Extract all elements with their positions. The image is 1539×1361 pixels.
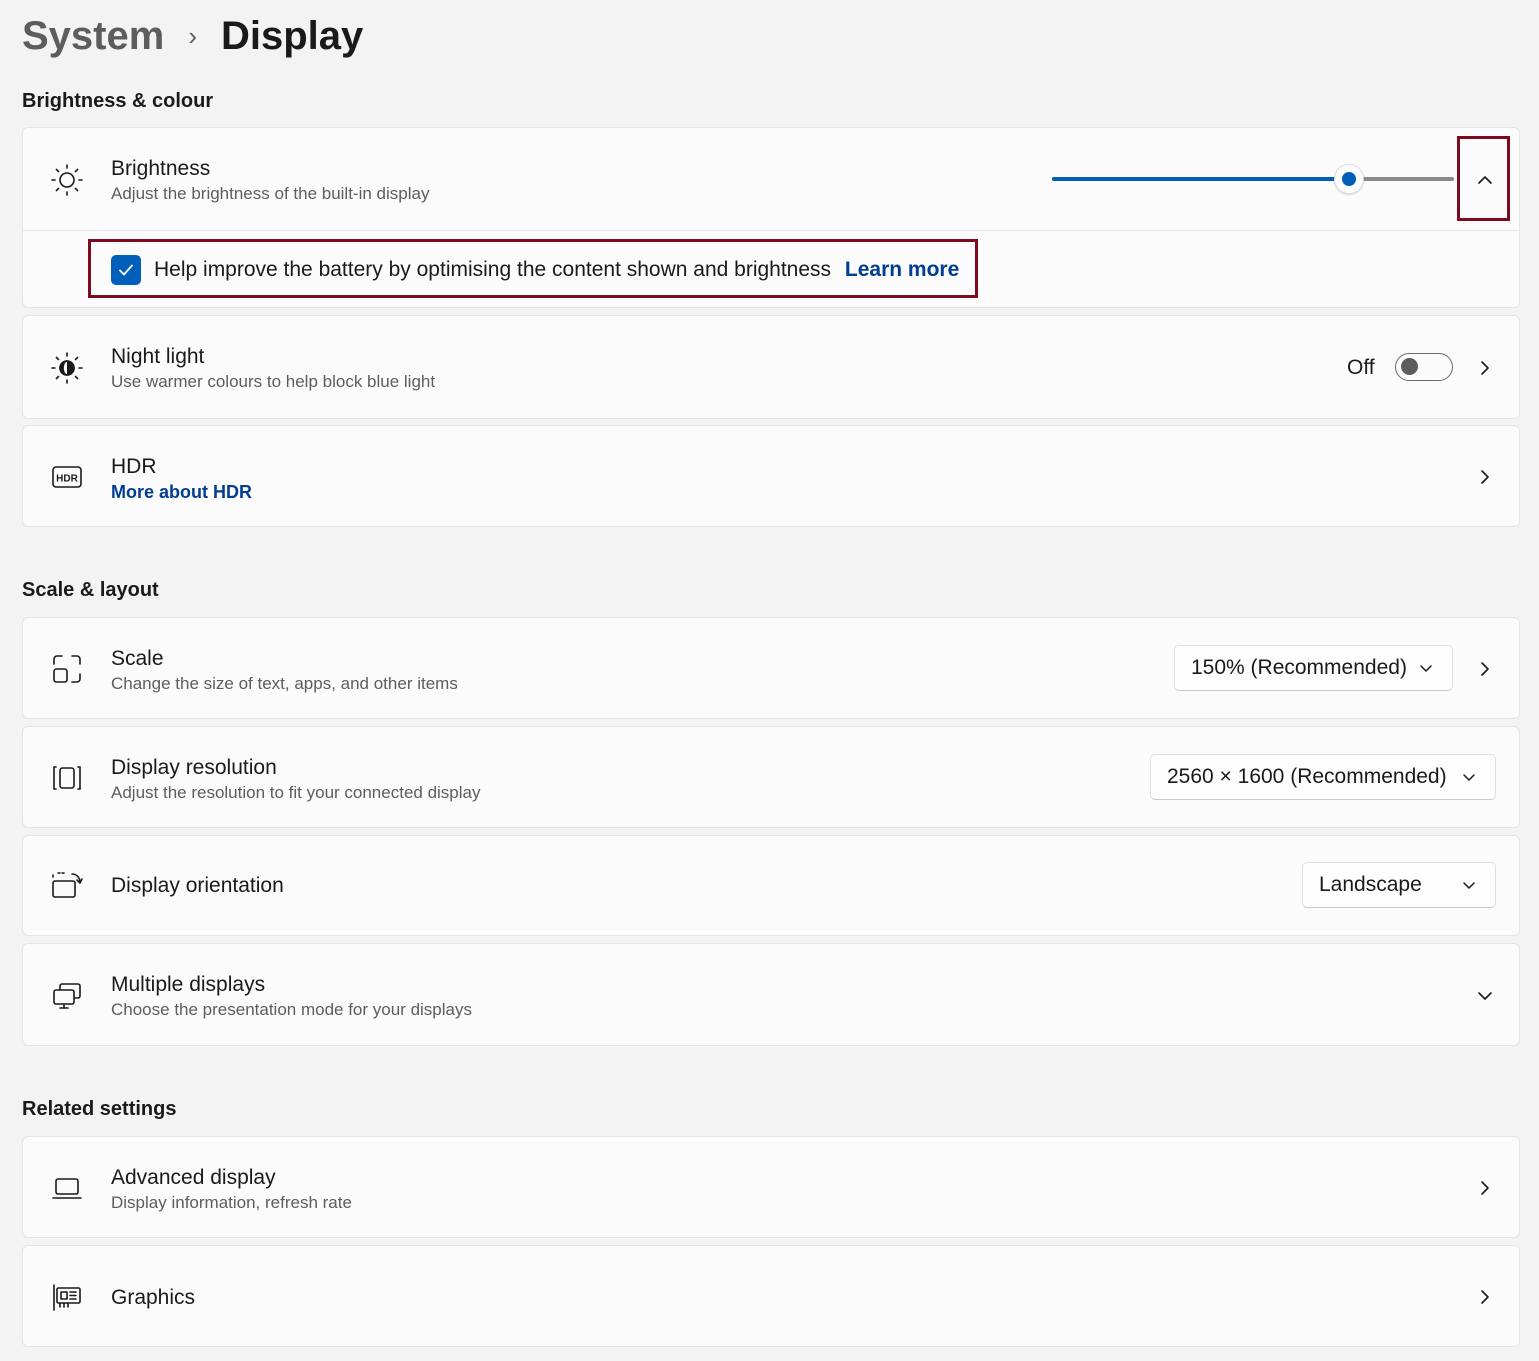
night-light-text: Night light Use warmer colours to help b… [111, 344, 435, 394]
brightness-icon [49, 162, 85, 198]
graphics-card-icon [49, 1279, 85, 1315]
chevron-down-icon [1420, 665, 1432, 672]
multiple-displays-card[interactable]: Multiple displays Choose the presentatio… [22, 943, 1520, 1046]
hdr-text: HDR More about HDR [111, 454, 252, 504]
brightness-slider[interactable] [1052, 164, 1454, 194]
chevron-down-icon [1463, 774, 1475, 781]
night-light-state: Off [1347, 356, 1375, 379]
page-title: Display [220, 13, 364, 58]
resolution-icon [49, 760, 85, 796]
resolution-text: Display resolution Adjust the resolution… [111, 755, 481, 805]
orientation-title: Display orientation [111, 874, 284, 897]
orientation-text: Display orientation [111, 873, 284, 899]
night-light-title: Night light [111, 345, 205, 368]
night-light-toggle[interactable] [1395, 353, 1453, 381]
advanced-display-text: Advanced display Display information, re… [111, 1165, 352, 1215]
multiple-displays-text: Multiple displays Choose the presentatio… [111, 972, 472, 1022]
brightness-title: Brightness [111, 157, 211, 180]
breadcrumb: System › Display [22, 8, 363, 64]
hdr-icon: HDR [49, 459, 85, 495]
scale-title: Scale [111, 647, 164, 670]
scale-chevron-icon[interactable] [1473, 657, 1497, 681]
resolution-title: Display resolution [111, 756, 277, 779]
night-light-card[interactable]: Night light Use warmer colours to help b… [22, 315, 1520, 419]
resolution-dropdown[interactable]: 2560 × 1600 (Recommended) [1150, 754, 1496, 800]
hdr-chevron-icon[interactable] [1473, 465, 1497, 489]
svg-text:HDR: HDR [56, 474, 78, 485]
expand-chevron-down-icon[interactable] [1473, 984, 1497, 1008]
night-light-subtitle: Use warmer colours to help block blue li… [111, 372, 436, 391]
multiple-displays-subtitle: Choose the presentation mode for your di… [111, 1000, 472, 1019]
slider-fill [1052, 177, 1350, 181]
more-about-hdr-link[interactable]: More about HDR [111, 480, 252, 504]
hdr-card[interactable]: HDR HDR More about HDR [22, 425, 1520, 527]
resolution-subtitle: Adjust the resolution to fit your connec… [111, 783, 481, 802]
hdr-title: HDR [111, 455, 157, 478]
section-related-settings: Related settings [22, 1098, 177, 1120]
graphics-text: Graphics [111, 1285, 195, 1311]
advanced-display-title: Advanced display [111, 1166, 276, 1189]
advanced-display-card[interactable]: Advanced display Display information, re… [22, 1136, 1520, 1238]
scale-subtitle: Change the size of text, apps, and other… [111, 674, 458, 693]
section-brightness-colour: Brightness & colour [22, 90, 214, 112]
advanced-display-chevron-icon[interactable] [1473, 1176, 1497, 1200]
multiple-displays-title: Multiple displays [111, 973, 266, 996]
orientation-card: Display orientation Landscape [22, 835, 1520, 936]
brightness-subtitle: Adjust the brightness of the built-in di… [111, 184, 430, 203]
multiple-displays-icon [49, 978, 85, 1014]
night-light-chevron-icon[interactable] [1473, 356, 1497, 380]
toggle-knob [1401, 358, 1418, 375]
breadcrumb-system[interactable]: System [22, 14, 164, 59]
brightness-text: Brightness Adjust the brightness of the … [111, 156, 429, 206]
brightness-divider [23, 230, 1519, 231]
graphics-chevron-icon[interactable] [1473, 1285, 1497, 1309]
resolution-card: Display resolution Adjust the resolution… [22, 726, 1520, 828]
section-scale-layout: Scale & layout [22, 579, 159, 601]
night-light-icon [49, 350, 85, 386]
slider-thumb[interactable] [1334, 164, 1365, 194]
scale-dropdown[interactable]: 150% (Recommended) [1174, 645, 1453, 691]
laptop-icon [49, 1170, 85, 1206]
highlight-battery-option [88, 239, 978, 298]
orientation-icon [49, 868, 85, 904]
graphics-card[interactable]: Graphics [22, 1245, 1520, 1347]
orientation-value: Landscape [1319, 873, 1422, 896]
scale-icon [49, 651, 85, 687]
chevron-down-icon [1463, 882, 1475, 889]
orientation-dropdown[interactable]: Landscape [1302, 862, 1496, 908]
graphics-title: Graphics [111, 1286, 196, 1309]
scale-card[interactable]: Scale Change the size of text, apps, and… [22, 617, 1520, 719]
scale-text: Scale Change the size of text, apps, and… [111, 646, 458, 696]
resolution-value: 2560 × 1600 (Recommended) [1167, 765, 1447, 788]
advanced-display-subtitle: Display information, refresh rate [111, 1193, 352, 1212]
scale-value: 150% (Recommended) [1191, 656, 1407, 679]
breadcrumb-separator: › [188, 20, 197, 51]
highlight-collapse-button [1457, 136, 1510, 221]
